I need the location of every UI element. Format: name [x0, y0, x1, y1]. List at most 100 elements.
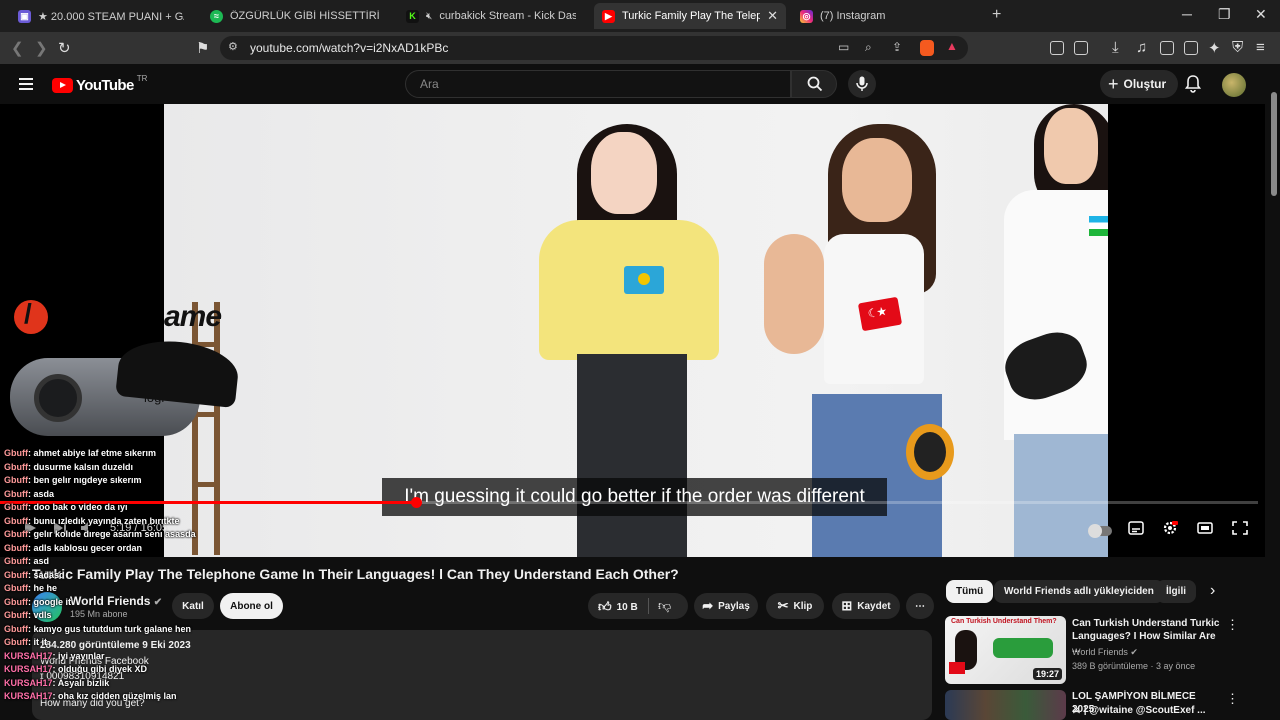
chat-text: Asyalı bizlik [57, 677, 110, 688]
mute-icon[interactable]: 🔇︎ [426, 11, 432, 22]
close-tab-icon[interactable]: ✕ [767, 8, 778, 24]
save-button[interactable]: ⊞ Kaydet [832, 593, 900, 619]
clip-label: Klip [793, 600, 813, 612]
search-input[interactable] [406, 71, 790, 97]
recommendation-thumbnail[interactable] [945, 690, 1066, 720]
recommendation-channel[interactable]: World Friends ✔ [1072, 647, 1138, 658]
search-button[interactable] [791, 70, 837, 98]
share-icon[interactable]: ⇪ [892, 40, 902, 54]
cast-icon[interactable]: ▭ [838, 40, 849, 54]
bookmark-icon[interactable]: ⚑ [196, 39, 209, 57]
scrollbar-thumb[interactable] [1271, 92, 1277, 196]
leo-ai-icon[interactable]: ✦ [1208, 39, 1221, 57]
guide-menu-icon[interactable] [19, 78, 33, 90]
reload-icon[interactable]: ↻ [58, 39, 71, 57]
recommendation-more-icon[interactable]: ⋮ [1226, 617, 1239, 633]
zoom-icon[interactable]: ⌕ [865, 40, 872, 55]
chat-text: ben gelır nıgdeye sıkerım [33, 475, 142, 485]
recommendation-meta: 389 B görüntüleme · 3 ay önce [1072, 661, 1196, 671]
overlay-brand-text: ame [164, 300, 222, 333]
music-icon[interactable]: ♫ [1136, 39, 1147, 56]
chat-username: Gbuff [4, 596, 28, 607]
thumbs-up-icon: 👍︎ [598, 599, 612, 614]
chat-username: Gbuff [4, 529, 28, 539]
chat-username: Gbuff [4, 461, 28, 472]
search-icon [807, 76, 823, 92]
chat-message: Gbuff: google it [4, 596, 254, 610]
notifications-button[interactable] [1184, 75, 1202, 98]
chip-all[interactable]: Tümü [946, 580, 994, 603]
chip-related[interactable]: İlgili [1156, 580, 1196, 603]
page-scrollbar[interactable] [1268, 64, 1280, 720]
chat-text: kamyo gus tututdum turk galane hen [33, 623, 192, 634]
new-tab-button[interactable]: + [992, 6, 1001, 24]
like-button[interactable]: 👍︎ 10 B [598, 599, 638, 615]
theater-mode-icon[interactable] [1197, 521, 1213, 535]
recommendation-thumbnail[interactable]: Can Turkish Understand Them? 19:27 [945, 616, 1066, 684]
subtitles-icon[interactable] [1128, 521, 1144, 535]
browser-tab-instagram[interactable]: ◎ (7) Instagram [792, 3, 978, 29]
kick-icon: K [406, 9, 419, 23]
menu-icon[interactable]: ≡ [1256, 39, 1265, 56]
share-button[interactable]: ➦ Paylaş [694, 593, 758, 619]
close-window-icon[interactable]: ✕ [1255, 6, 1267, 23]
recommendation-channel-text: World Friends [1072, 647, 1128, 657]
sidebar-icon[interactable] [1160, 41, 1174, 55]
chat-message: Gbuff: kamyo gus tututdum turk galane he… [4, 623, 254, 637]
address-field[interactable]: ⚙ youtube.com/watch?v=i2NxAD1kPBc ▭ ⌕ ⇪ … [220, 36, 968, 60]
vpn-icon[interactable]: ⛨ [1232, 39, 1243, 56]
chat-username: Gbuff [4, 542, 28, 553]
settings-icon[interactable] [1162, 521, 1178, 535]
chip-uploader[interactable]: World Friends adlı yükleyiciden [994, 580, 1164, 603]
tab-search-icon[interactable] [1074, 41, 1088, 55]
fullscreen-icon[interactable] [1232, 521, 1248, 535]
brand-icon [14, 298, 48, 334]
download-icon[interactable]: ⤓ [1112, 39, 1119, 56]
share-arrow-icon: ➦ [702, 598, 714, 613]
recommendation-channel[interactable]: ⚔ | @witaine @ScoutExef ... [1072, 705, 1206, 716]
clip-button[interactable]: ✂ Klip [766, 593, 824, 619]
extensions-icon[interactable] [1050, 41, 1064, 55]
browser-tab-spotify[interactable]: ≈ ÖZGÜRLÜK GİBİ HİSSETTİRİYOR - pla [202, 3, 388, 29]
chat-username: Gbuff [4, 610, 28, 620]
more-actions-button[interactable]: ⋯ [906, 593, 934, 619]
browser-tab-youtube[interactable]: ▶ Turkic Family Play The Telephone ✕ [594, 3, 786, 29]
progress-scrubber[interactable] [411, 497, 422, 508]
dislike-button[interactable]: 👎︎ [658, 598, 671, 614]
chat-message: KURSAH17: iyi yayınlar [4, 650, 254, 664]
recommendation-more-icon[interactable]: ⋮ [1226, 691, 1239, 707]
restore-icon[interactable]: ❐ [1218, 6, 1231, 23]
webcam-lens-icon [34, 374, 82, 422]
bell-icon [1184, 75, 1202, 93]
browser-tab-steam[interactable]: ▣ ★ 20.000 STEAM PUANI + GARANTİ [10, 3, 192, 29]
youtube-icon: ▶ [602, 9, 615, 23]
minimize-icon[interactable]: ─ [1182, 6, 1192, 22]
chevron-right-icon[interactable]: › [1210, 582, 1215, 600]
account-avatar[interactable] [1222, 73, 1246, 97]
chat-text: doo bak o video da ıyı [33, 502, 128, 512]
youtube-logo[interactable]: YouTube TR [52, 74, 147, 94]
browser-tab-kick[interactable]: K 🔇︎ curbakick Stream - Kick Dashboa [398, 3, 584, 29]
chat-text: sadasd [33, 569, 65, 580]
wallet-icon[interactable] [1184, 41, 1198, 55]
search-box [405, 70, 791, 98]
browser-toolbar: ❮ ❯ ↻ ⚑ ⚙ youtube.com/watch?v=i2NxAD1kPB… [0, 32, 1280, 64]
chat-message: KURSAH17: oha kız cidden güzelmiş lan [4, 690, 254, 704]
chat-username: KURSAH17 [4, 650, 53, 661]
rewards-icon[interactable]: ▲ [946, 39, 958, 53]
tv-icon: ▣ [18, 9, 31, 23]
forward-icon[interactable]: ❯ [35, 39, 48, 57]
chat-text: dusurme kalsın duzeldı [33, 461, 134, 472]
chat-text: asd [33, 556, 50, 566]
chat-username: Gbuff [4, 475, 28, 485]
brave-shield-icon[interactable] [920, 40, 934, 56]
autoplay-toggle[interactable] [1088, 524, 1112, 538]
site-settings-icon[interactable]: ⚙ [228, 40, 238, 53]
voice-search-button[interactable] [848, 70, 876, 98]
chat-message: Gbuff: ahmet abiye laf etme sıkerım [4, 447, 254, 461]
back-icon[interactable]: ❮ [11, 39, 24, 57]
chat-text: adls kablosu gecer ordan [33, 542, 143, 553]
create-button[interactable]: + Oluştur [1100, 70, 1179, 98]
verified-icon: ✔ [1130, 647, 1138, 657]
caption-text: I'm guessing it could go better if the o… [382, 478, 887, 516]
